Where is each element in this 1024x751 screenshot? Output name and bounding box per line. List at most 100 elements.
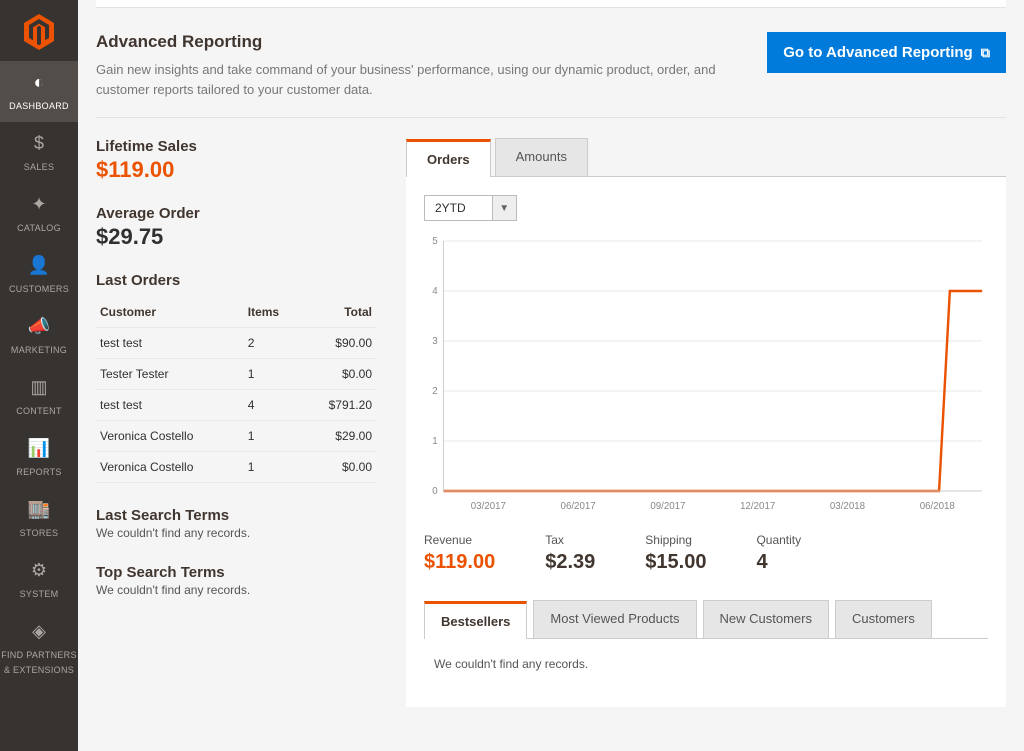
- last-search-msg: We couldn't find any records.: [96, 526, 376, 540]
- kpi-label: Tax: [545, 533, 595, 547]
- col-total: Total: [301, 297, 376, 328]
- kpi-value: $15.00: [645, 551, 706, 574]
- svg-text:12/2017: 12/2017: [740, 501, 775, 512]
- cell-customer: test test: [96, 390, 244, 421]
- tab-new-customers[interactable]: New Customers: [703, 600, 829, 638]
- sidebar-icon: ⚙: [0, 560, 78, 581]
- svg-text:1: 1: [432, 436, 437, 447]
- kpi-value: 4: [756, 551, 801, 574]
- svg-text:3: 3: [432, 336, 438, 347]
- sidebar-item-marketing[interactable]: 📣 MARKETING: [0, 305, 78, 366]
- stats-column: Lifetime Sales $119.00 Average Order $29…: [96, 138, 376, 707]
- sidebar-item-label: FIND PARTNERS & EXTENSIONS: [1, 650, 77, 675]
- tab-amounts[interactable]: Amounts: [495, 138, 588, 176]
- kpi-revenue: Revenue $119.00: [424, 533, 495, 574]
- advanced-reporting-section: Advanced Reporting Gain new insights and…: [96, 32, 1006, 118]
- bottom-no-records: We couldn't find any records.: [424, 639, 988, 689]
- kpi-shipping: Shipping $15.00: [645, 533, 706, 574]
- tab-most-viewed-products[interactable]: Most Viewed Products: [533, 600, 696, 638]
- average-order-value: $29.75: [96, 224, 376, 250]
- range-value: 2YTD: [425, 196, 492, 220]
- kpi-value: $119.00: [424, 551, 495, 574]
- sidebar-icon: 📣: [0, 316, 78, 337]
- table-row[interactable]: test test4$791.20: [96, 390, 376, 421]
- svg-text:2: 2: [432, 386, 437, 397]
- tab-orders[interactable]: Orders: [406, 139, 491, 177]
- lifetime-sales-label: Lifetime Sales: [96, 138, 376, 155]
- svg-text:4: 4: [432, 286, 438, 297]
- kpi-label: Shipping: [645, 533, 706, 547]
- sidebar-item-label: MARKETING: [11, 345, 67, 355]
- table-row[interactable]: Veronica Costello1$0.00: [96, 452, 376, 483]
- advanced-reporting-desc: Gain new insights and take command of yo…: [96, 60, 736, 99]
- table-row[interactable]: test test2$90.00: [96, 328, 376, 359]
- kpi-value: $2.39: [545, 551, 595, 574]
- sidebar-item-find-partners-extensions[interactable]: ◈FIND PARTNERS & EXTENSIONS: [0, 610, 78, 686]
- sidebar-icon: 📊: [0, 438, 78, 459]
- sidebar-icon: 🏬: [0, 499, 78, 520]
- sidebar-item-label: SALES: [24, 162, 55, 172]
- col-customer: Customer: [96, 297, 244, 328]
- sidebar-item-label: CONTENT: [16, 406, 62, 416]
- sidebar-item-reports[interactable]: 📊 REPORTS: [0, 427, 78, 488]
- chart-tabs: Orders Amounts: [406, 138, 1006, 177]
- sidebar-icon: 👤: [0, 255, 78, 276]
- sidebar-item-dashboard[interactable]: ◐DASHBOARD: [0, 61, 78, 122]
- svg-text:03/2017: 03/2017: [471, 501, 506, 512]
- chevron-down-icon[interactable]: ▼: [492, 196, 516, 220]
- sidebar-item-label: STORES: [20, 528, 59, 538]
- kpi-quantity: Quantity 4: [756, 533, 801, 574]
- svg-text:0: 0: [432, 486, 438, 497]
- button-label: Go to Advanced Reporting: [783, 44, 972, 61]
- cell-total: $791.20: [301, 390, 376, 421]
- sidebar-icon: ◐: [0, 72, 78, 93]
- svg-text:06/2018: 06/2018: [920, 501, 956, 512]
- cell-total: $29.00: [301, 421, 376, 452]
- sidebar-item-label: CATALOG: [17, 223, 61, 233]
- cell-customer: Tester Tester: [96, 359, 244, 390]
- cell-items: 2: [244, 328, 301, 359]
- kpi-tax: Tax $2.39: [545, 533, 595, 574]
- table-row[interactable]: Veronica Costello1$29.00: [96, 421, 376, 452]
- tab-customers[interactable]: Customers: [835, 600, 932, 638]
- cell-items: 1: [244, 421, 301, 452]
- chart-column: Orders Amounts 2YTD ▼ 0 1 2 3 4 5 03/2017 06/20…: [406, 138, 1006, 707]
- svg-text:09/2017: 09/2017: [650, 501, 685, 512]
- sidebar-item-content[interactable]: ▥CONTENT: [0, 366, 78, 427]
- sidebar-item-system[interactable]: ⚙ SYSTEM: [0, 549, 78, 610]
- last-orders-title: Last Orders: [96, 272, 376, 289]
- top-search-msg: We couldn't find any records.: [96, 583, 376, 597]
- svg-text:5: 5: [432, 236, 438, 247]
- kpi-label: Revenue: [424, 533, 495, 547]
- sidebar-item-label: SYSTEM: [20, 589, 59, 599]
- last-search-title: Last Search Terms: [96, 507, 376, 524]
- sidebar-icon: $: [0, 133, 78, 154]
- cell-customer: Veronica Costello: [96, 452, 244, 483]
- lifetime-sales-value: $119.00: [96, 157, 376, 183]
- sidebar: ◐DASHBOARD $ SALES ✦CATALOG👤CUSTOMERS 📣 MARKE…: [0, 0, 78, 751]
- sidebar-item-label: REPORTS: [16, 467, 61, 477]
- sidebar-item-stores[interactable]: 🏬 STORES: [0, 488, 78, 549]
- cell-total: $0.00: [301, 359, 376, 390]
- cell-customer: Veronica Costello: [96, 421, 244, 452]
- tab-bestsellers[interactable]: Bestsellers: [424, 601, 527, 639]
- cell-customer: test test: [96, 328, 244, 359]
- last-orders-table: Customer Items Total test test2$90.00Tes…: [96, 297, 376, 483]
- go-to-advanced-reporting-button[interactable]: Go to Advanced Reporting ⧉: [767, 32, 1006, 73]
- cell-items: 4: [244, 390, 301, 421]
- sidebar-item-sales[interactable]: $ SALES: [0, 122, 78, 183]
- magento-logo: [23, 0, 55, 61]
- top-border-bar: [96, 0, 1006, 8]
- range-select[interactable]: 2YTD ▼: [424, 195, 517, 221]
- cell-items: 1: [244, 452, 301, 483]
- external-link-icon: ⧉: [981, 45, 990, 61]
- cell-total: $90.00: [301, 328, 376, 359]
- sidebar-item-customers[interactable]: 👤CUSTOMERS: [0, 244, 78, 305]
- cell-total: $0.00: [301, 452, 376, 483]
- cell-items: 1: [244, 359, 301, 390]
- kpi-label: Quantity: [756, 533, 801, 547]
- table-row[interactable]: Tester Tester1$0.00: [96, 359, 376, 390]
- main-content: Advanced Reporting Gain new insights and…: [78, 0, 1024, 707]
- sidebar-item-catalog[interactable]: ✦CATALOG: [0, 183, 78, 244]
- col-items: Items: [244, 297, 301, 328]
